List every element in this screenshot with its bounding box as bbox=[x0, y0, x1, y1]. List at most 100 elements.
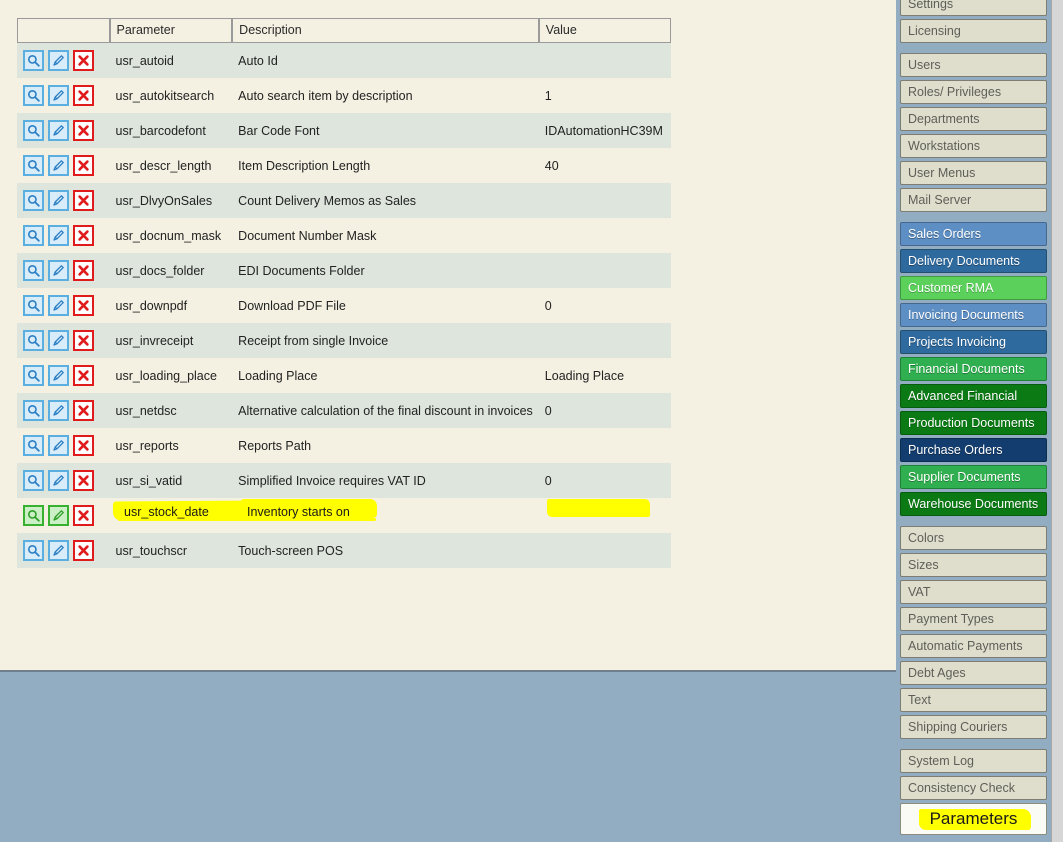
sidebar-item-user-menus[interactable]: User Menus bbox=[900, 161, 1047, 185]
sidebar-item-parameters[interactable]: Parameters bbox=[900, 803, 1047, 835]
sidebar-item-invoicing-documents[interactable]: Invoicing Documents bbox=[900, 303, 1047, 327]
edit-icon[interactable] bbox=[48, 505, 69, 526]
edit-icon[interactable] bbox=[48, 365, 69, 386]
sidebar-item-vat[interactable]: VAT bbox=[900, 580, 1047, 604]
table-row[interactable]: usr_touchscr Touch-screen POS bbox=[17, 533, 671, 568]
sidebar-item-financial-documents[interactable]: Financial Documents bbox=[900, 357, 1047, 381]
sidebar-item-production-documents[interactable]: Production Documents bbox=[900, 411, 1047, 435]
view-icon[interactable] bbox=[23, 260, 44, 281]
view-icon[interactable] bbox=[23, 190, 44, 211]
column-header-description[interactable]: Description bbox=[232, 18, 539, 43]
view-icon[interactable] bbox=[23, 400, 44, 421]
sidebar-item-settings[interactable]: Settings bbox=[900, 0, 1047, 16]
sidebar-item-delivery-documents[interactable]: Delivery Documents bbox=[900, 249, 1047, 273]
view-icon[interactable] bbox=[23, 295, 44, 316]
table-row[interactable]: usr_netdsc Alternative calculation of the… bbox=[17, 393, 671, 428]
edit-icon[interactable] bbox=[48, 85, 69, 106]
edit-icon[interactable] bbox=[48, 470, 69, 491]
delete-icon[interactable] bbox=[73, 365, 94, 386]
table-row[interactable]: usr_autokitsearch Auto search item by des… bbox=[17, 78, 671, 113]
table-row[interactable]: usr_docnum_mask Document Number Mask bbox=[17, 218, 671, 253]
view-icon[interactable] bbox=[23, 330, 44, 351]
view-icon[interactable] bbox=[23, 365, 44, 386]
sidebar-item-workstations[interactable]: Workstations bbox=[900, 134, 1047, 158]
sidebar-item-warehouse-documents[interactable]: Warehouse Documents bbox=[900, 492, 1047, 516]
edit-icon[interactable] bbox=[48, 400, 69, 421]
delete-icon[interactable] bbox=[73, 120, 94, 141]
column-header-actions[interactable] bbox=[17, 18, 110, 43]
table-row[interactable]: usr_autoid Auto Id bbox=[17, 43, 671, 78]
view-icon[interactable] bbox=[23, 225, 44, 246]
table-row[interactable]: usr_descr_length Item Description Length 4… bbox=[17, 148, 671, 183]
row-actions-cell bbox=[17, 533, 110, 568]
table-row[interactable]: usr_barcodefont Bar Code Font IDAutomation… bbox=[17, 113, 671, 148]
edit-icon[interactable] bbox=[48, 50, 69, 71]
edit-icon[interactable] bbox=[48, 540, 69, 561]
table-row[interactable]: usr_loading_place Loading Place Loading Pl… bbox=[17, 358, 671, 393]
cell-parameter: usr_docnum_mask bbox=[109, 218, 233, 253]
edit-icon[interactable] bbox=[48, 120, 69, 141]
sidebar-item-projects-invoicing[interactable]: Projects Invoicing bbox=[900, 330, 1047, 354]
sidebar-item-debt-ages[interactable]: Debt Ages bbox=[900, 661, 1047, 685]
sidebar-item-automatic-payments[interactable]: Automatic Payments bbox=[900, 634, 1047, 658]
sidebar-item-mail-server[interactable]: Mail Server bbox=[900, 188, 1047, 212]
sidebar-item-sales-orders[interactable]: Sales Orders bbox=[900, 222, 1047, 246]
sidebar-item-system-log[interactable]: System Log bbox=[900, 749, 1047, 773]
delete-icon[interactable] bbox=[73, 295, 94, 316]
delete-icon[interactable] bbox=[73, 225, 94, 246]
sidebar-item-consistency-check[interactable]: Consistency Check bbox=[900, 776, 1047, 800]
view-icon[interactable] bbox=[23, 50, 44, 71]
view-icon[interactable] bbox=[23, 155, 44, 176]
delete-icon[interactable] bbox=[73, 260, 94, 281]
edit-icon[interactable] bbox=[48, 260, 69, 281]
delete-icon[interactable] bbox=[73, 85, 94, 106]
table-row[interactable]: usr_invreceipt Receipt from single Invoic… bbox=[17, 323, 671, 358]
edit-icon[interactable] bbox=[48, 155, 69, 176]
sidebar-item-colors[interactable]: Colors bbox=[900, 526, 1047, 550]
table-row[interactable]: usr_DlvyOnSales Count Delivery Memos as S… bbox=[17, 183, 671, 218]
delete-icon[interactable] bbox=[73, 435, 94, 456]
edit-icon[interactable] bbox=[48, 295, 69, 316]
view-icon[interactable] bbox=[23, 470, 44, 491]
table-row[interactable]: usr_downpdf Download PDF File 0 bbox=[17, 288, 671, 323]
column-header-parameter[interactable]: Parameter bbox=[109, 18, 233, 43]
sidebar-item-advanced-financial[interactable]: Advanced Financial bbox=[900, 384, 1047, 408]
sidebar-item-roles-privileges[interactable]: Roles/ Privileges bbox=[900, 80, 1047, 104]
table-row[interactable]: usr_reports Reports Path bbox=[17, 428, 671, 463]
table-row[interactable]: usr_stock_dateInventory starts on bbox=[17, 498, 671, 533]
sidebar-item-customer-rma[interactable]: Customer RMA bbox=[900, 276, 1047, 300]
view-icon[interactable] bbox=[23, 540, 44, 561]
delete-icon[interactable] bbox=[73, 330, 94, 351]
column-header-value[interactable]: Value bbox=[538, 18, 671, 43]
view-icon[interactable] bbox=[23, 435, 44, 456]
sidebar-item-licensing[interactable]: Licensing bbox=[900, 19, 1047, 43]
delete-icon[interactable] bbox=[73, 155, 94, 176]
sidebar-item-supplier-documents[interactable]: Supplier Documents bbox=[900, 465, 1047, 489]
view-icon[interactable] bbox=[23, 120, 44, 141]
sidebar-item-purchase-orders[interactable]: Purchase Orders bbox=[900, 438, 1047, 462]
view-icon[interactable] bbox=[23, 85, 44, 106]
delete-icon[interactable] bbox=[73, 50, 94, 71]
sidebar-item-sizes[interactable]: Sizes bbox=[900, 553, 1047, 577]
edit-icon[interactable] bbox=[48, 435, 69, 456]
row-action-group bbox=[23, 120, 104, 141]
edit-icon[interactable] bbox=[48, 330, 69, 351]
sidebar-item-payment-types[interactable]: Payment Types bbox=[900, 607, 1047, 631]
table-row[interactable]: usr_docs_folder EDI Documents Folder bbox=[17, 253, 671, 288]
delete-icon[interactable] bbox=[73, 190, 94, 211]
delete-icon[interactable] bbox=[73, 540, 94, 561]
delete-icon[interactable] bbox=[73, 400, 94, 421]
sidebar-item-shipping-couriers[interactable]: Shipping Couriers bbox=[900, 715, 1047, 739]
cell-description: Loading Place bbox=[232, 358, 539, 393]
edit-icon[interactable] bbox=[48, 190, 69, 211]
delete-icon[interactable] bbox=[73, 505, 94, 526]
sidebar-item-departments[interactable]: Departments bbox=[900, 107, 1047, 131]
vertical-scrollbar[interactable] bbox=[1051, 0, 1063, 842]
sidebar-item-text[interactable]: Text bbox=[900, 688, 1047, 712]
edit-icon[interactable] bbox=[48, 225, 69, 246]
sidebar-item-users[interactable]: Users bbox=[900, 53, 1047, 77]
cell-parameter: usr_downpdf bbox=[109, 288, 233, 323]
delete-icon[interactable] bbox=[73, 470, 94, 491]
view-icon[interactable] bbox=[23, 505, 44, 526]
table-row[interactable]: usr_si_vatid Simplified Invoice requires … bbox=[17, 463, 671, 498]
